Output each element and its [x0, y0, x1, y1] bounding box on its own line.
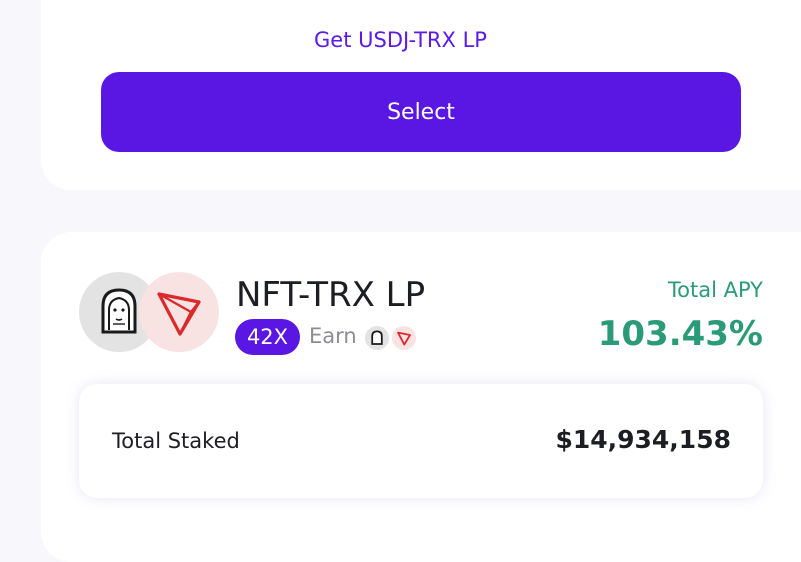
total-staked-value: $14,934,158 — [555, 425, 731, 454]
trx-token-icon — [139, 272, 219, 352]
apy-label: Total APY — [667, 278, 763, 302]
nft-token-icon — [365, 326, 389, 350]
select-button[interactable]: Select — [101, 72, 741, 152]
earn-label: Earn — [309, 324, 357, 348]
get-lp-link[interactable]: Get USDJ-TRX LP — [0, 28, 801, 52]
apy-value: 103.43% — [597, 314, 763, 354]
multiplier-badge: 42X — [235, 319, 300, 355]
trx-token-icon — [392, 326, 416, 350]
total-staked-label: Total Staked — [112, 429, 240, 453]
pool-title: NFT-TRX LP — [236, 275, 426, 315]
